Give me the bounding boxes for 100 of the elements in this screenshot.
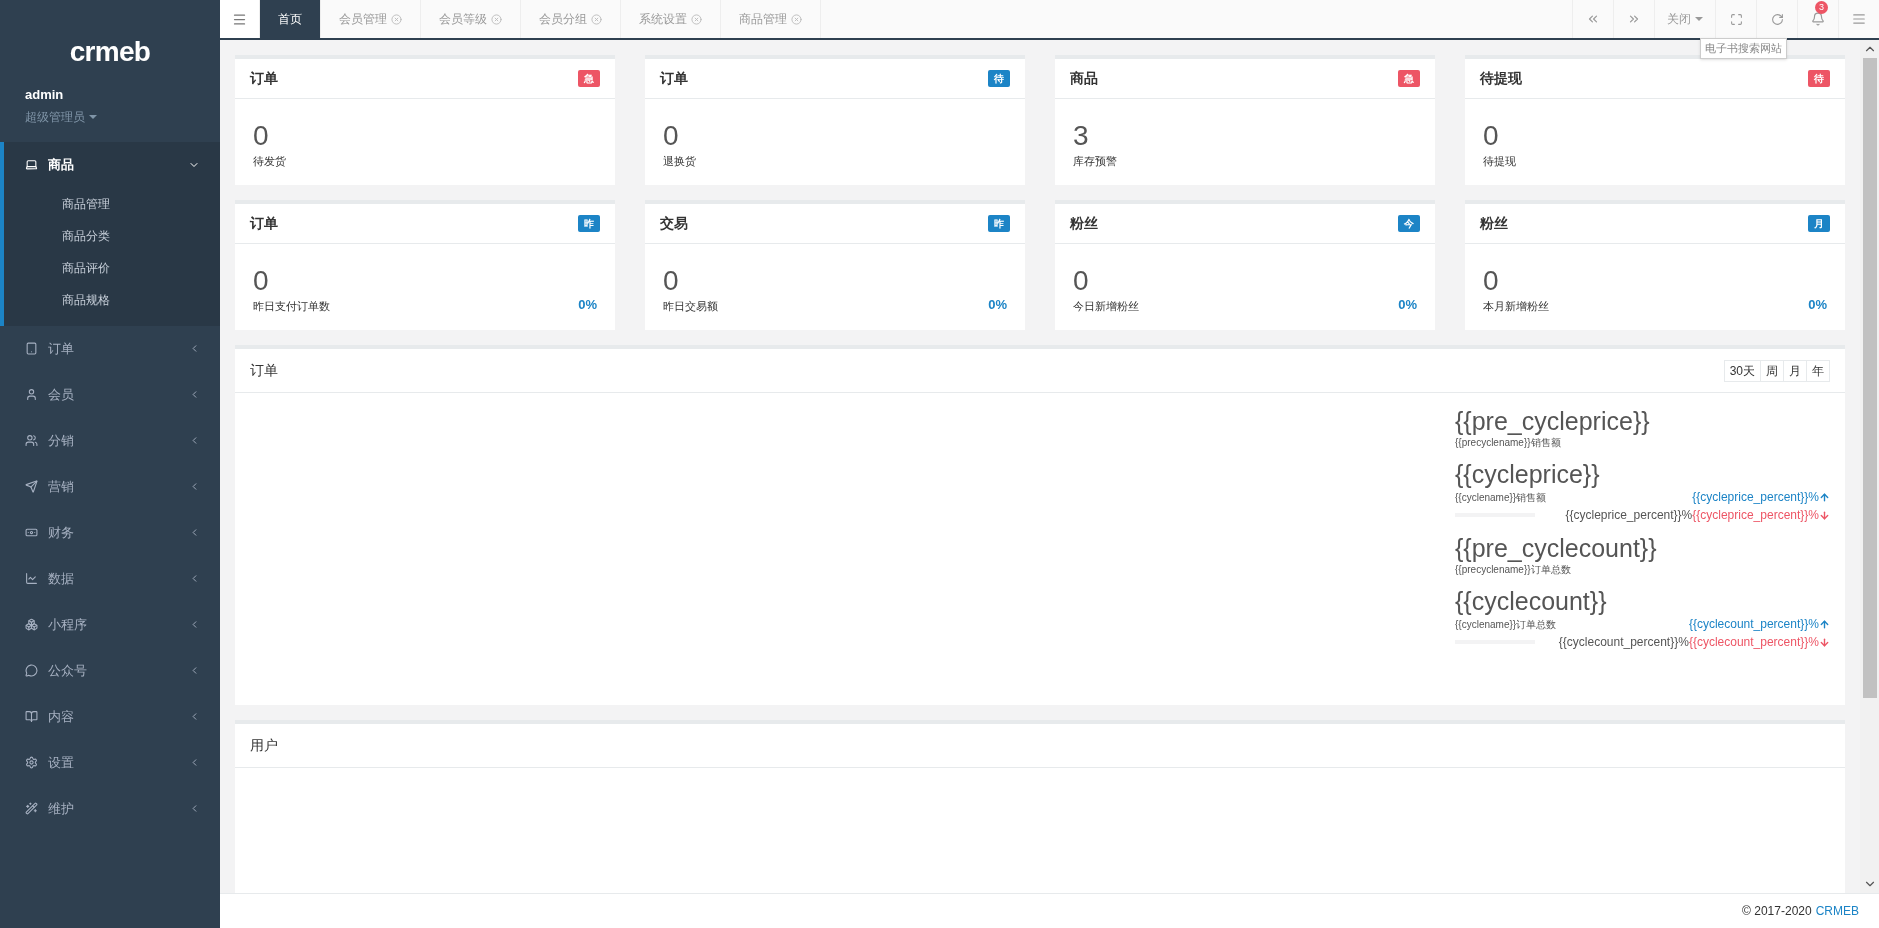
close-icon[interactable]: [391, 13, 402, 25]
card-percent: 0%: [988, 295, 1007, 314]
card-value: 0: [1483, 120, 1500, 151]
bell-icon: [1811, 12, 1825, 26]
user-name: admin: [25, 86, 65, 104]
compare-percent: {{cycleprice_percent}}%: [1565, 507, 1693, 524]
stat-label: {{precyclename}}订单总数: [1455, 563, 1571, 577]
sidebar-menu-item[interactable]: 设置: [0, 739, 220, 786]
card-value: 0: [1483, 265, 1500, 296]
card-label: 昨日支付订单数: [253, 298, 330, 314]
range-button[interactable]: 月: [1783, 359, 1807, 382]
decrease-percent: {{cyclecount_percent}}%: [1688, 633, 1830, 651]
card-badge: 待: [1808, 70, 1830, 87]
card-value: 0: [1073, 265, 1090, 296]
tab[interactable]: 首页: [260, 0, 321, 38]
sidebar-menu-item[interactable]: 内容: [0, 693, 220, 740]
range-button[interactable]: 年: [1806, 359, 1830, 382]
arrow-up-icon: [1819, 491, 1830, 503]
card-title: 交易: [660, 214, 688, 233]
card-percent: 0%: [578, 295, 597, 314]
logo: crmeb: [69, 35, 151, 69]
card-label: 待发货: [253, 153, 286, 169]
tooltip: 电子书搜索网站: [1700, 38, 1787, 59]
card-value: 0: [663, 265, 680, 296]
double-right-icon: [1627, 12, 1641, 26]
chat-icon: [25, 664, 38, 677]
close-icon[interactable]: [691, 13, 702, 25]
sidebar-submenu-item[interactable]: 商品管理: [4, 187, 220, 220]
stat-value: {{cyclecount}}: [1455, 587, 1608, 615]
sidebar-menu-item[interactable]: 维护: [0, 785, 220, 832]
card-percent: 0%: [1398, 295, 1417, 314]
card-label: 本月新增粉丝: [1483, 298, 1549, 314]
card-value: 0: [253, 265, 270, 296]
sidebar-menu-item[interactable]: 会员: [0, 371, 220, 418]
refresh-icon: [1770, 12, 1784, 26]
tab[interactable]: 系统设置: [621, 0, 721, 38]
banknote-icon: [25, 526, 38, 539]
tab[interactable]: 会员等级: [421, 0, 521, 38]
close-icon[interactable]: [791, 13, 802, 25]
menu-icon: [232, 11, 247, 27]
user-role-dropdown[interactable]: 超级管理员: [25, 107, 195, 126]
range-button[interactable]: 30天: [1723, 359, 1761, 382]
card-value: 3: [1073, 120, 1090, 151]
fullscreen-icon: [1729, 12, 1743, 26]
footer-link[interactable]: CRMEB: [1815, 902, 1859, 920]
close-icon[interactable]: [491, 13, 502, 25]
sidebar-menu-item[interactable]: 小程序: [0, 601, 220, 648]
tab[interactable]: 商品管理: [721, 0, 821, 38]
notification-button[interactable]: 3: [1797, 0, 1838, 38]
close-icon[interactable]: [591, 13, 602, 25]
card-title: 订单: [250, 214, 278, 233]
compare-percent: {{cyclecount_percent}}%: [1558, 634, 1689, 651]
arrow-down-icon: [1819, 509, 1830, 521]
card-value: 0: [663, 120, 680, 151]
card-badge: 急: [578, 70, 600, 87]
card-badge: 昨: [988, 215, 1010, 232]
stat-value: {{cycleprice}}: [1455, 460, 1601, 488]
copyright: © 2017-2020: [1742, 903, 1812, 920]
card-label: 待提现: [1483, 153, 1516, 169]
sidebar-submenu-item[interactable]: 商品评价: [4, 251, 220, 284]
stat-label: {{cyclename}}销售额: [1455, 490, 1547, 505]
sidebar-submenu-item[interactable]: 商品规格: [4, 283, 220, 316]
sidebar-menu-item[interactable]: 订单: [0, 325, 220, 372]
line-chart-icon: [25, 572, 38, 585]
panel-title: 用户: [250, 736, 278, 755]
tab[interactable]: 会员管理: [321, 0, 421, 38]
card-title: 商品: [1070, 69, 1098, 88]
increase-percent: {{cyclecount_percent}}%: [1688, 615, 1830, 633]
settings-icon: [25, 756, 38, 769]
card-label: 昨日交易额: [663, 298, 718, 314]
sidebar-menu-item[interactable]: 分销: [0, 417, 220, 464]
sidebar-menu-item[interactable]: 商品: [4, 141, 220, 188]
users-icon: [25, 434, 38, 447]
card-badge: 月: [1808, 215, 1830, 232]
wand-icon: [25, 802, 38, 815]
range-button[interactable]: 周: [1760, 359, 1784, 382]
notification-count: 3: [1815, 1, 1828, 14]
card-badge: 待: [988, 70, 1010, 87]
paper-plane-icon: [25, 480, 38, 493]
menu-toggle-button[interactable]: [220, 0, 260, 38]
list-icon: [1852, 12, 1866, 26]
arrow-down-icon: [1819, 636, 1830, 648]
sidebar-menu-item[interactable]: 数据: [0, 555, 220, 602]
sidebar-menu-item[interactable]: 公众号: [0, 647, 220, 694]
card-label: 今日新增粉丝: [1073, 298, 1139, 314]
sidebar-menu-item[interactable]: 营销: [0, 463, 220, 510]
arrow-up-icon: [1819, 618, 1830, 630]
cubes-icon: [25, 618, 38, 631]
tablet-icon: [25, 342, 38, 355]
book-icon: [25, 710, 38, 723]
card-badge: 今: [1398, 215, 1420, 232]
decrease-percent: {{cycleprice_percent}}%: [1692, 506, 1830, 524]
laptop-icon: [25, 158, 38, 171]
double-left-icon: [1586, 12, 1600, 26]
tab[interactable]: 会员分组: [521, 0, 621, 38]
panel-title: 订单: [250, 361, 278, 380]
card-badge: 急: [1398, 70, 1420, 87]
sidebar-submenu-item[interactable]: 商品分类: [4, 219, 220, 252]
card-value: 0: [253, 120, 270, 151]
sidebar-menu-item[interactable]: 财务: [0, 509, 220, 556]
